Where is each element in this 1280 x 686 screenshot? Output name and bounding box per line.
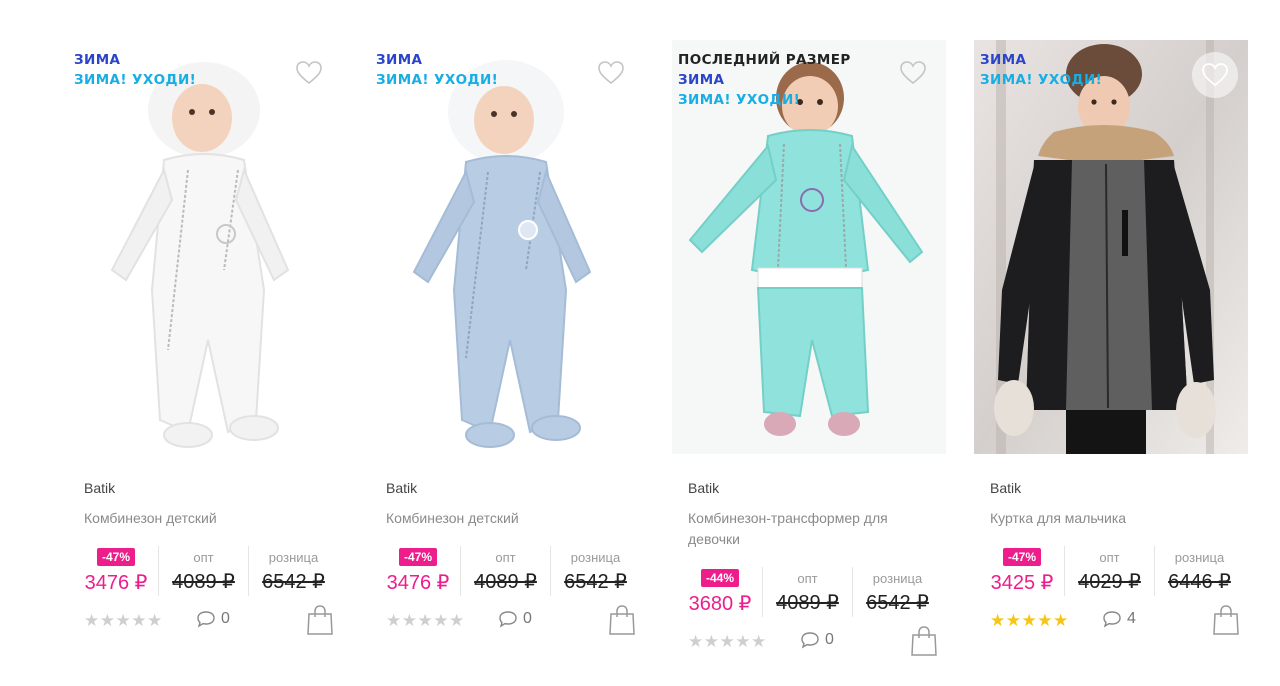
retail-price: 6542 ₽ — [866, 592, 929, 614]
heart-icon[interactable] — [294, 58, 324, 88]
discount-badge: -47% — [1002, 548, 1041, 566]
retail-price: 6446 ₽ — [1168, 571, 1231, 593]
opt-label: опт — [193, 550, 214, 565]
price-block: -47% 3476 ₽ опт 4089 ₽ розница 6542 ₽ — [378, 546, 638, 596]
product-brand[interactable]: Batik — [688, 480, 719, 496]
product-card[interactable]: ПОСЛЕДНИЙ РАЗМЕР ЗИМА ЗИМА! УХОДИ! Batik… — [672, 40, 948, 680]
retail-price: 6542 ₽ — [564, 571, 627, 593]
sale-price: 3476 ₽ — [84, 572, 148, 594]
shopping-bag-icon[interactable] — [910, 625, 938, 657]
shopping-bag-icon[interactable] — [1212, 604, 1240, 636]
badge-winter-go-away[interactable]: ЗИМА! УХОДИ! — [678, 90, 851, 110]
opt-price: 4029 ₽ — [1078, 571, 1141, 593]
opt-label: опт — [495, 550, 516, 565]
opt-label: опт — [797, 571, 818, 586]
product-brand[interactable]: Batik — [386, 480, 417, 496]
star-rating[interactable]: ★★★★★ — [84, 612, 163, 630]
comment-icon — [801, 632, 819, 649]
product-badges: ЗИМА ЗИМА! УХОДИ! — [74, 50, 196, 90]
opt-label: опт — [1099, 550, 1120, 565]
star-rating[interactable]: ★★★★★ — [386, 612, 465, 630]
product-badges: ЗИМА ЗИМА! УХОДИ! — [980, 50, 1102, 90]
sale-price-col: -47% 3425 ₽ — [982, 546, 1062, 596]
product-card[interactable]: ЗИМА ЗИМА! УХОДИ! Batik Комбинезон детск… — [370, 40, 646, 680]
retail-price-col: розница 6542 ₽ — [248, 546, 338, 596]
retail-label: розница — [570, 550, 621, 565]
product-image[interactable] — [68, 40, 342, 454]
badge-winter[interactable]: ЗИМА — [74, 50, 196, 70]
comment-icon — [1103, 611, 1121, 628]
opt-price-col: опт 4089 ₽ — [460, 546, 550, 596]
discount-badge: -47% — [96, 548, 135, 566]
comments-count[interactable]: 4 — [1102, 610, 1136, 628]
retail-label: розница — [268, 550, 319, 565]
price-block: -44% 3680 ₽ опт 4089 ₽ розница 6542 ₽ — [680, 567, 940, 617]
opt-price-col: опт 4089 ₽ — [762, 567, 852, 617]
card-footer: ★★★★★ 4 — [990, 604, 1240, 638]
product-name[interactable]: Комбинезон-трансформер для девочки — [688, 508, 918, 550]
comments-value: 0 — [523, 610, 532, 627]
retail-price-col: розница 6542 ₽ — [852, 567, 942, 617]
retail-price: 6542 ₽ — [262, 571, 325, 593]
opt-price: 4089 ₽ — [474, 571, 537, 593]
shopping-bag-icon[interactable] — [608, 604, 636, 636]
card-footer: ★★★★★ 0 — [84, 604, 334, 638]
discount-badge: -44% — [700, 569, 739, 587]
heart-icon[interactable] — [596, 58, 626, 88]
retail-price-col: розница 6446 ₽ — [1154, 546, 1244, 596]
heart-icon[interactable] — [898, 58, 928, 88]
badge-last-size[interactable]: ПОСЛЕДНИЙ РАЗМЕР — [678, 50, 851, 70]
retail-price-col: розница 6542 ₽ — [550, 546, 640, 596]
card-footer: ★★★★★ 0 — [386, 604, 636, 638]
retail-label: розница — [872, 571, 923, 586]
retail-label: розница — [1174, 550, 1225, 565]
product-badges: ПОСЛЕДНИЙ РАЗМЕР ЗИМА ЗИМА! УХОДИ! — [678, 50, 851, 110]
sale-price-col: -47% 3476 ₽ — [76, 546, 156, 596]
product-brand[interactable]: Batik — [84, 480, 115, 496]
badge-winter[interactable]: ЗИМА — [678, 70, 851, 90]
badge-winter[interactable]: ЗИМА — [376, 50, 498, 70]
comments-count[interactable]: 0 — [498, 610, 532, 628]
price-block: -47% 3425 ₽ опт 4029 ₽ розница 6446 ₽ — [982, 546, 1242, 596]
comment-icon — [499, 611, 517, 628]
product-card[interactable]: ЗИМА ЗИМА! УХОДИ! Batik Комбинезон детск… — [68, 40, 344, 680]
opt-price: 4089 ₽ — [776, 592, 839, 614]
product-image[interactable] — [974, 40, 1248, 454]
badge-winter[interactable]: ЗИМА — [980, 50, 1102, 70]
sale-price: 3476 ₽ — [386, 572, 450, 594]
heart-icon[interactable] — [1192, 52, 1238, 98]
product-card[interactable]: ЗИМА ЗИМА! УХОДИ! Batik Куртка для мальч… — [974, 40, 1250, 680]
discount-badge: -47% — [398, 548, 437, 566]
star-rating[interactable]: ★★★★★ — [688, 633, 767, 651]
product-image[interactable] — [370, 40, 644, 454]
product-brand[interactable]: Batik — [990, 480, 1021, 496]
product-name[interactable]: Куртка для мальчика — [990, 508, 1220, 529]
opt-price-col: опт 4029 ₽ — [1064, 546, 1154, 596]
card-footer: ★★★★★ 0 — [688, 625, 938, 659]
product-name[interactable]: Комбинезон детский — [386, 508, 616, 529]
comments-value: 0 — [825, 631, 834, 648]
comments-value: 4 — [1127, 610, 1136, 627]
product-name[interactable]: Комбинезон детский — [84, 508, 314, 529]
sale-price: 3680 ₽ — [688, 593, 752, 615]
price-block: -47% 3476 ₽ опт 4089 ₽ розница 6542 ₽ — [76, 546, 336, 596]
sale-price-col: -44% 3680 ₽ — [680, 567, 760, 617]
opt-price-col: опт 4089 ₽ — [158, 546, 248, 596]
comments-count[interactable]: 0 — [800, 631, 834, 649]
badge-winter-go-away[interactable]: ЗИМА! УХОДИ! — [74, 70, 196, 90]
sale-price: 3425 ₽ — [990, 572, 1054, 594]
star-rating[interactable]: ★★★★★ — [990, 612, 1069, 630]
comments-count[interactable]: 0 — [196, 610, 230, 628]
opt-price: 4089 ₽ — [172, 571, 235, 593]
shopping-bag-icon[interactable] — [306, 604, 334, 636]
sale-price-col: -47% 3476 ₽ — [378, 546, 458, 596]
product-grid: ЗИМА ЗИМА! УХОДИ! Batik Комбинезон детск… — [68, 40, 1252, 680]
comments-value: 0 — [221, 610, 230, 627]
product-badges: ЗИМА ЗИМА! УХОДИ! — [376, 50, 498, 90]
badge-winter-go-away[interactable]: ЗИМА! УХОДИ! — [376, 70, 498, 90]
comment-icon — [197, 611, 215, 628]
badge-winter-go-away[interactable]: ЗИМА! УХОДИ! — [980, 70, 1102, 90]
